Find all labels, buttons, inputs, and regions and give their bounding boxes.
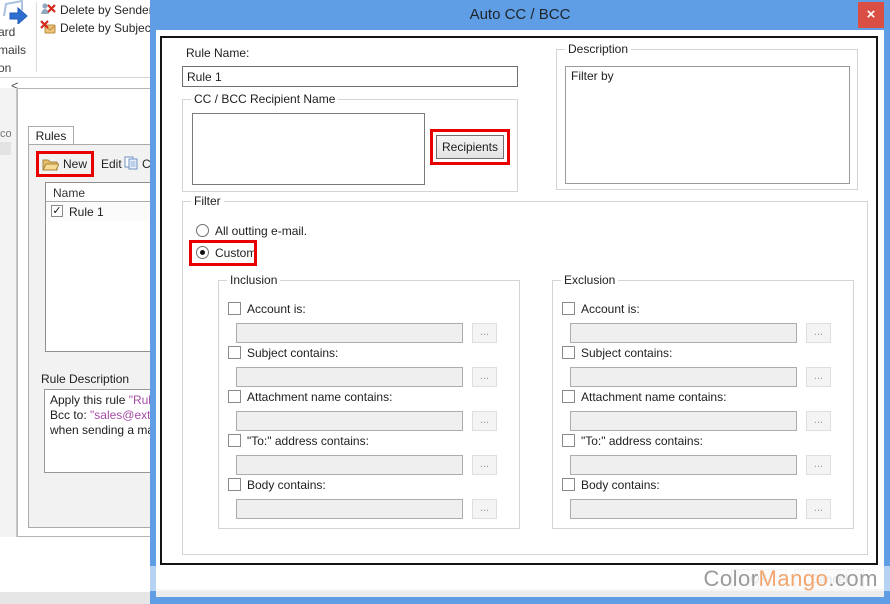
close-button[interactable]: × [858, 2, 884, 28]
exclusion-attachment-checkbox[interactable] [562, 390, 575, 403]
exclusion-account-label[interactable]: Account is: [581, 302, 640, 316]
watermark-dotcom: .com [828, 566, 878, 591]
screen: ard mails on Delete by Sender [0, 0, 890, 604]
background-text-fragment: co [0, 128, 12, 140]
delete-subject-icon [40, 20, 56, 37]
new-rule-button[interactable]: New [40, 154, 92, 174]
rule-enabled-checkbox[interactable]: ✓ [51, 205, 63, 217]
exclusion-to-checkbox[interactable] [562, 434, 575, 447]
filter-groupbox-title: Filter [191, 194, 224, 208]
exclusion-attachment-browse-button[interactable]: ... [806, 411, 831, 431]
inclusion-subject-checkbox[interactable] [228, 346, 241, 359]
menu-item-delete-by-sender[interactable]: Delete by Sender [40, 1, 150, 17]
exclusion-account-browse-button[interactable]: ... [806, 323, 831, 343]
recipient-listbox[interactable] [192, 113, 425, 185]
inclusion-groupbox-title: Inclusion [227, 273, 280, 287]
inclusion-attachment-browse-button[interactable]: ... [472, 411, 497, 431]
description-groupbox-title: Description [565, 42, 631, 56]
inclusion-to-browse-button[interactable]: ... [472, 455, 497, 475]
exclusion-to-label[interactable]: "To:" address contains: [581, 434, 703, 448]
inclusion-body-input[interactable] [236, 499, 463, 519]
recipients-button[interactable]: Recipients [436, 135, 504, 159]
inclusion-account-browse-button[interactable]: ... [472, 323, 497, 343]
menu-item-label: Delete by Subject [60, 21, 154, 35]
exclusion-account-input[interactable] [570, 323, 797, 343]
exclusion-subject-input[interactable] [570, 367, 797, 387]
exclusion-to-input[interactable] [570, 455, 797, 475]
inclusion-to-checkbox[interactable] [228, 434, 241, 447]
new-button-label: New [63, 157, 87, 171]
inclusion-attachment-label[interactable]: Attachment name contains: [247, 390, 392, 404]
inclusion-attachment-checkbox[interactable] [228, 390, 241, 403]
exclusion-subject-checkbox[interactable] [562, 346, 575, 359]
description-textarea[interactable]: Filter by [565, 66, 850, 184]
watermark-mango: Mango [759, 566, 829, 591]
edit-button[interactable]: Edit [101, 157, 122, 171]
tab-rules[interactable]: Rules [28, 126, 74, 145]
desc-text: Bcc to: [50, 408, 90, 422]
inclusion-subject-input[interactable] [236, 367, 463, 387]
exclusion-attachment-label[interactable]: Attachment name contains: [581, 390, 726, 404]
inclusion-body-label[interactable]: Body contains: [247, 478, 326, 492]
recipient-groupbox-title: CC / BCC Recipient Name [191, 92, 338, 106]
exclusion-to-browse-button[interactable]: ... [806, 455, 831, 475]
rule-description-title: Rule Description [41, 372, 129, 386]
inclusion-attachment-input[interactable] [236, 411, 463, 431]
watermark: ColorMango.com [0, 566, 890, 591]
inclusion-body-browse-button[interactable]: ... [472, 499, 497, 519]
background-bottom-strip [0, 592, 150, 604]
exclusion-attachment-input[interactable] [570, 411, 797, 431]
menu-item-delete-by-subject[interactable]: Delete by Subject [40, 19, 150, 35]
inclusion-account-checkbox[interactable] [228, 302, 241, 315]
ribbon-fragment-line: mails [0, 43, 26, 57]
new-folder-icon [42, 157, 59, 174]
inclusion-account-input[interactable] [236, 323, 463, 343]
rules-list-header: Name [53, 186, 85, 200]
ribbon-fragment-line: on [0, 61, 11, 75]
exclusion-body-label[interactable]: Body contains: [581, 478, 660, 492]
ribbon-fragment-line: ard [0, 25, 15, 39]
ribbon-divider [36, 2, 37, 72]
rule-name-label: Rule Name: [186, 46, 249, 60]
exclusion-subject-browse-button[interactable]: ... [806, 367, 831, 387]
inclusion-subject-label[interactable]: Subject contains: [247, 346, 338, 360]
inclusion-to-label[interactable]: "To:" address contains: [247, 434, 369, 448]
inclusion-subject-browse-button[interactable]: ... [472, 367, 497, 387]
radio-all-outgoing[interactable] [196, 224, 209, 237]
inclusion-account-label[interactable]: Account is: [247, 302, 306, 316]
rule-row-label: Rule 1 [69, 205, 104, 219]
exclusion-subject-label[interactable]: Subject contains: [581, 346, 672, 360]
tab-rules-label: Rules [36, 129, 67, 143]
watermark-color: Color [703, 566, 758, 591]
rule-name-input[interactable] [182, 66, 518, 87]
copy-icon[interactable] [124, 156, 139, 173]
radio-custom[interactable] [196, 246, 209, 259]
exclusion-body-input[interactable] [570, 499, 797, 519]
radio-custom-label[interactable]: Custom [215, 246, 256, 260]
desc-text: Apply this rule [50, 393, 129, 407]
background-band [0, 142, 11, 155]
inclusion-to-input[interactable] [236, 455, 463, 475]
inclusion-body-checkbox[interactable] [228, 478, 241, 491]
delete-sender-icon [40, 2, 56, 19]
dialog-title: Auto CC / BCC [150, 6, 890, 23]
exclusion-body-checkbox[interactable] [562, 478, 575, 491]
exclusion-groupbox-title: Exclusion [561, 273, 618, 287]
exclusion-account-checkbox[interactable] [562, 302, 575, 315]
exclusion-body-browse-button[interactable]: ... [806, 499, 831, 519]
radio-all-outgoing-label[interactable]: All outting e-mail. [215, 224, 307, 238]
forward-arrow-icon [2, 0, 30, 27]
ribbon-bottom-divider [0, 77, 150, 78]
ribbon-area: ard mails on Delete by Sender [0, 0, 150, 77]
background-left-column [0, 88, 17, 604]
menu-item-label: Delete by Sender [60, 3, 153, 17]
